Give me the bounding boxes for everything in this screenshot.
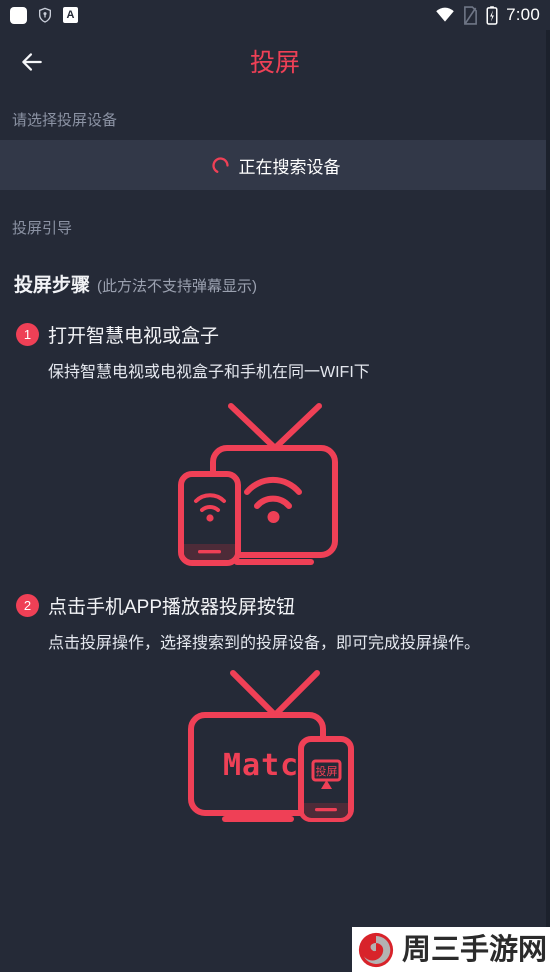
step-illustration-wrap: Match 投屏 <box>0 667 550 829</box>
letter-a-icon: A <box>63 7 78 23</box>
page-title: 投屏 <box>249 49 300 77</box>
select-device-label: 请选择投屏设备 <box>12 111 118 129</box>
step-title-row: 1 打开智慧电视或盒子 <box>0 321 550 348</box>
wifi-icon <box>436 7 454 22</box>
app-screen: A 7:00 投屏 请选择投屏设备 正在搜索设备 投屏引导 投屏步骤 (此方法不… <box>0 0 550 972</box>
cast-guide-label-row: 投屏引导 <box>0 205 550 249</box>
select-device-label-row: 请选择投屏设备 <box>0 100 550 138</box>
phone-shape: 投屏 <box>298 736 354 822</box>
step-description: 点击投屏操作，选择搜索到的投屏设备，即可完成投屏操作。 <box>48 635 481 652</box>
app-bar: 投屏 <box>0 30 550 92</box>
shield-icon <box>39 7 51 23</box>
tv-match-phone-cast-icon: Match 投屏 <box>188 670 354 822</box>
step-title-row: 2 点击手机APP播放器投屏按钮 <box>0 592 550 619</box>
status-bar-left-icons: A <box>10 6 78 24</box>
step-title: 点击手机APP播放器投屏按钮 <box>48 597 296 618</box>
tv-phone-wifi-icon <box>178 403 338 566</box>
watermark: 周三手游网 <box>352 927 550 972</box>
right-edge-strip <box>546 30 550 972</box>
step-number-badge: 2 <box>16 594 39 617</box>
phone-shape <box>178 471 241 566</box>
watermark-text: 周三手游网 <box>402 932 548 966</box>
phone-cast-label: 投屏 <box>316 764 338 778</box>
cast-guide-label: 投屏引导 <box>12 219 73 237</box>
searching-devices-bar[interactable]: 正在搜索设备 <box>0 140 550 190</box>
spiral-logo-icon <box>358 932 394 967</box>
status-bar-right-icons: 7:00 <box>435 5 540 25</box>
step-title: 打开智慧电视或盒子 <box>48 326 220 347</box>
steps-heading-row: 投屏步骤 (此方法不支持弹幕显示) <box>0 270 550 297</box>
step-item: 2 点击手机APP播放器投屏按钮 点击投屏操作，选择搜索到的投屏设备，即可完成投… <box>0 592 550 829</box>
steps-heading-note: (此方法不支持弹幕显示) <box>97 278 258 295</box>
step-description: 保持智慧电视或电视盒子和手机在同一WIFI下 <box>48 364 370 381</box>
sim-off-icon <box>464 5 478 25</box>
step-number-badge: 1 <box>16 323 39 346</box>
steps-heading: 投屏步骤 <box>14 275 91 296</box>
step-illustration-wrap <box>0 396 550 568</box>
loading-spinner-icon <box>210 155 231 176</box>
status-bar: A 7:00 <box>0 0 550 30</box>
searching-devices-text: 正在搜索设备 <box>238 157 341 177</box>
battery-charging-icon <box>486 5 498 25</box>
step-item: 1 打开智慧电视或盒子 保持智慧电视或电视盒子和手机在同一WIFI下 <box>0 321 550 568</box>
steps-section: 投屏步骤 (此方法不支持弹幕显示) 1 打开智慧电视或盒子 保持智慧电视或电视盒… <box>0 270 550 829</box>
clock-time: 7:00 <box>506 5 540 24</box>
app-square-icon <box>10 6 27 24</box>
